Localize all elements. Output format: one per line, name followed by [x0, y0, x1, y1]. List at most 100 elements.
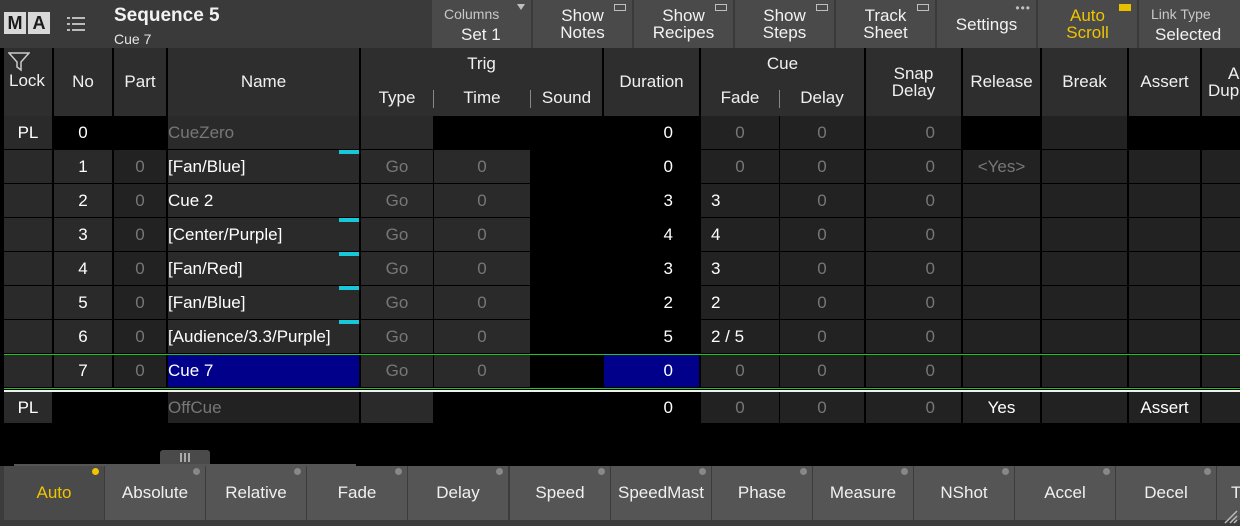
- mode-button-fade[interactable]: Fade: [307, 466, 407, 520]
- cell-time[interactable]: 0: [434, 184, 530, 217]
- settings-button[interactable]: Settings •••: [937, 0, 1036, 48]
- cell-name[interactable]: [Audience/3.3/Purple]: [168, 320, 359, 353]
- cell-part[interactable]: 0: [114, 286, 166, 319]
- cell-no[interactable]: 6: [54, 320, 112, 353]
- cell-type[interactable]: Go: [361, 184, 433, 217]
- cell-no[interactable]: 1: [54, 150, 112, 183]
- cell-duration[interactable]: 3: [604, 252, 699, 285]
- cell-lock[interactable]: [4, 354, 52, 387]
- mode-button-accel[interactable]: Accel: [1015, 466, 1115, 520]
- mode-button-measure[interactable]: Measure: [813, 466, 913, 520]
- cell-fade[interactable]: 0: [701, 354, 779, 387]
- cell-all-dup[interactable]: [1202, 391, 1240, 423]
- cell-part[interactable]: 0: [114, 354, 166, 387]
- cell-assert[interactable]: [1129, 150, 1200, 183]
- cell-delay[interactable]: 0: [780, 218, 864, 251]
- mode-button-relative[interactable]: Relative: [206, 466, 306, 520]
- cell-delay[interactable]: 0: [780, 184, 864, 217]
- header-all-dup[interactable]: A Dup: [1202, 48, 1240, 116]
- cell-lock[interactable]: [4, 150, 52, 183]
- cell-release[interactable]: [963, 320, 1040, 353]
- header-time[interactable]: Time: [434, 88, 530, 108]
- header-lock[interactable]: Lock: [4, 48, 52, 116]
- cell-break[interactable]: [1042, 184, 1127, 217]
- cell-release[interactable]: [963, 286, 1040, 319]
- cell-duration[interactable]: 0: [604, 391, 699, 423]
- cell-part[interactable]: [114, 391, 166, 423]
- cell-name[interactable]: OffCue: [168, 391, 359, 423]
- cell-break[interactable]: [1042, 320, 1127, 353]
- cell-name[interactable]: [Fan/Blue]: [168, 150, 359, 183]
- cell-assert[interactable]: [1129, 320, 1200, 353]
- cell-time[interactable]: 0: [434, 320, 530, 353]
- cell-break[interactable]: [1042, 286, 1127, 319]
- cell-fade[interactable]: 0: [701, 116, 779, 149]
- cell-all-dup[interactable]: [1202, 116, 1240, 149]
- cell-time[interactable]: 0: [434, 252, 530, 285]
- cell-name[interactable]: CueZero: [168, 116, 359, 149]
- cell-sound[interactable]: [532, 391, 602, 423]
- cell-assert[interactable]: [1129, 286, 1200, 319]
- cell-no[interactable]: 7: [54, 354, 112, 387]
- header-break[interactable]: Break: [1042, 48, 1127, 116]
- show-recipes-button[interactable]: Show Recipes: [634, 0, 733, 48]
- cell-release[interactable]: [963, 116, 1040, 149]
- header-release[interactable]: Release: [963, 48, 1040, 116]
- header-type[interactable]: Type: [361, 88, 433, 108]
- cell-lock[interactable]: [4, 184, 52, 217]
- cell-sound[interactable]: [532, 184, 602, 217]
- cell-delay[interactable]: 0: [780, 354, 864, 387]
- header-cue[interactable]: Cue: [701, 54, 864, 74]
- cell-assert[interactable]: [1129, 354, 1200, 387]
- cell-break[interactable]: [1042, 354, 1127, 387]
- cell-delay[interactable]: 0: [780, 391, 864, 423]
- cell-name[interactable]: Cue 7: [168, 354, 359, 387]
- cell-all-dup[interactable]: [1202, 354, 1240, 387]
- cell-lock[interactable]: PL: [4, 391, 52, 423]
- cell-lock[interactable]: [4, 218, 52, 251]
- cell-duration[interactable]: 0: [604, 354, 699, 387]
- cell-fade[interactable]: 0: [701, 391, 779, 423]
- cell-type[interactable]: Go: [361, 286, 433, 319]
- header-sound[interactable]: Sound: [531, 88, 602, 108]
- cell-type[interactable]: Go: [361, 218, 433, 251]
- cell-break[interactable]: [1042, 150, 1127, 183]
- cell-all-dup[interactable]: [1202, 252, 1240, 285]
- cell-part[interactable]: 0: [114, 184, 166, 217]
- cell-release[interactable]: Yes: [963, 391, 1040, 423]
- cell-assert[interactable]: [1129, 116, 1200, 149]
- cell-name[interactable]: Cue 2: [168, 184, 359, 217]
- cell-assert[interactable]: Assert: [1129, 391, 1200, 423]
- cell-all-dup[interactable]: [1202, 150, 1240, 183]
- cell-snap[interactable]: 0: [866, 116, 961, 149]
- cell-lock[interactable]: [4, 252, 52, 285]
- cell-type[interactable]: Go: [361, 320, 433, 353]
- cell-delay[interactable]: 0: [780, 150, 864, 183]
- cell-all-dup[interactable]: [1202, 320, 1240, 353]
- cell-release[interactable]: <Yes>: [963, 150, 1040, 183]
- header-snap-delay[interactable]: Snap Delay: [866, 48, 961, 116]
- cell-lock[interactable]: PL: [4, 116, 52, 149]
- cell-delay[interactable]: 0: [780, 116, 864, 149]
- cell-sound[interactable]: [532, 354, 602, 387]
- cell-time[interactable]: 0: [434, 286, 530, 319]
- header-fade[interactable]: Fade: [701, 88, 779, 108]
- cell-release[interactable]: [963, 218, 1040, 251]
- filter-icon[interactable]: [8, 52, 30, 72]
- cell-part[interactable]: 0: [114, 218, 166, 251]
- cell-break[interactable]: [1042, 252, 1127, 285]
- cell-time[interactable]: 0: [434, 354, 530, 387]
- cell-snap[interactable]: 0: [866, 320, 961, 353]
- header-trig[interactable]: Trig: [361, 54, 602, 74]
- mode-button-nshot[interactable]: NShot: [914, 466, 1014, 520]
- mode-button-decel[interactable]: Decel: [1116, 466, 1216, 520]
- cell-sound[interactable]: [532, 286, 602, 319]
- header-duration[interactable]: Duration: [604, 48, 699, 116]
- mode-button-phase[interactable]: Phase: [712, 466, 812, 520]
- show-steps-button[interactable]: Show Steps: [735, 0, 834, 48]
- mode-button-speed[interactable]: Speed: [510, 466, 610, 520]
- cell-break[interactable]: [1042, 391, 1127, 423]
- cell-assert[interactable]: [1129, 184, 1200, 217]
- cell-sound[interactable]: [532, 150, 602, 183]
- cell-part[interactable]: 0: [114, 252, 166, 285]
